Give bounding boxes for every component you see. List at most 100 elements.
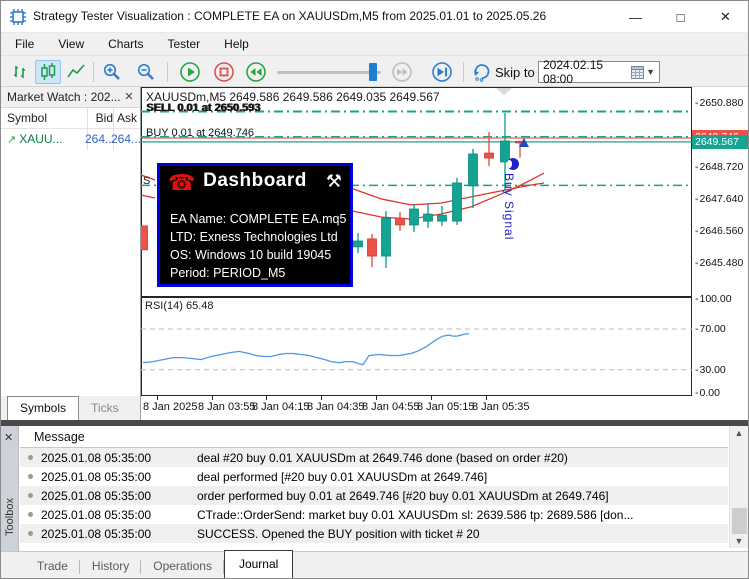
time-tick-label: 8 Jan 05:15: [417, 401, 475, 413]
time-tick-label: 8 Jan 04:15: [252, 401, 310, 413]
journal-row[interactable]: 2025.01.08 05:35:00 deal #20 buy 0.01 XAU…: [20, 448, 728, 467]
skip-to-date-input[interactable]: 2024.02.15 08:00 ▼: [538, 58, 660, 86]
rsi-plot[interactable]: [141, 297, 692, 396]
journal-row-time: 2025.01.08 05:35:00: [41, 488, 152, 503]
toolbox-tab-trade[interactable]: Trade: [25, 554, 80, 578]
buy-position-label: BUY 0.01 at 2649.746: [146, 127, 255, 139]
symbol-cell: XAUU...: [19, 132, 63, 146]
journal-row[interactable]: 2025.01.08 05:35:00 deal performed [#20 b…: [20, 467, 728, 486]
buy-signal-icon: [507, 158, 519, 170]
time-tick-mark: [266, 396, 267, 400]
time-tick-mark: [212, 396, 213, 400]
journal-row-message: order performed buy 0.01 at 2649.746 [#2…: [197, 488, 609, 503]
market-watch-column-headers[interactable]: Symbol Bid Ask: [1, 108, 140, 129]
rsi-tick-label: 70.00: [695, 323, 726, 335]
menu-item-help[interactable]: Help: [218, 34, 261, 55]
time-tick-mark: [431, 396, 432, 400]
toolbox-close-icon[interactable]: ✕: [4, 431, 13, 444]
main-area: Market Watch : 202... ✕ Symbol Bid Ask ↗…: [1, 87, 748, 420]
close-button[interactable]: ✕: [703, 1, 748, 33]
journal-row[interactable]: 2025.01.08 05:35:00 CTrade::OrderSend: ma…: [20, 505, 728, 524]
clipped-order-label: S: [143, 175, 151, 187]
journal-row-message: SUCCESS. Opened the BUY position with ti…: [197, 526, 480, 541]
bid-price-badge: 2649.567: [692, 134, 748, 149]
time-axis: 8 Jan 2025 8 Jan 03:55 8 Jan 04:15 8 Jan 04…: [141, 396, 701, 420]
journal-column-header[interactable]: Message: [20, 426, 728, 448]
log-bullet-icon: [28, 531, 33, 536]
calendar-icon[interactable]: [631, 65, 645, 79]
menu-bar: File View Charts Tester Help: [1, 33, 748, 56]
buy-entry-arrow-icon: [519, 137, 529, 147]
toolbox-tab-operations[interactable]: Operations: [141, 554, 224, 578]
market-watch-row-xauusd[interactable]: ↗ XAUU... 264... 264...: [1, 129, 142, 150]
dashboard-line-2: OS: Windows 10 build 19045: [170, 248, 332, 262]
market-watch-tabs: Symbols Ticks: [1, 396, 140, 420]
journal-panel: ✕ Toolbox Message 2025.01.08 05:35:00 dea…: [1, 426, 748, 551]
scroll-down-icon[interactable]: ▼: [730, 536, 748, 546]
speed-slider-handle[interactable]: [369, 63, 377, 81]
journal-row-time: 2025.01.08 05:35:00: [41, 507, 152, 522]
skip-to-date-value: 2024.02.15 08:00: [543, 58, 604, 86]
speed-slider-track[interactable]: [277, 71, 381, 74]
log-bullet-icon: [28, 512, 33, 517]
time-tick-label: 8 Jan 03:55: [198, 401, 256, 413]
chart-region: XAUUSDm,M5 2649.586 2649.586 2649.035 26…: [141, 87, 748, 420]
toolbox-tab-journal[interactable]: Journal: [223, 549, 294, 578]
fast-forward-button: [389, 60, 415, 84]
journal-row-time: 2025.01.08 05:35:00: [41, 450, 152, 465]
menu-item-tester[interactable]: Tester: [161, 34, 212, 55]
journal-scrollbar[interactable]: ▲ ▼: [729, 426, 748, 548]
uptick-arrow-icon: ↗: [7, 134, 17, 146]
dashboard-line-1: LTD: Exness Technologies Ltd: [170, 230, 338, 244]
maximize-button[interactable]: □: [658, 1, 703, 33]
journal-row-time: 2025.01.08 05:35:00: [41, 526, 152, 541]
journal-row-time: 2025.01.08 05:35:00: [41, 469, 152, 484]
menu-item-view[interactable]: View: [52, 34, 96, 55]
time-tick-label: 8 Jan 05:35: [472, 401, 530, 413]
log-bullet-icon: [28, 493, 33, 498]
journal-row-message: deal #20 buy 0.01 XAUUSDm at 2649.746 do…: [197, 450, 568, 465]
toolbar: Skip to 2024.02.15 08:00 ▼: [1, 56, 748, 87]
time-tick-mark: [157, 396, 158, 400]
menu-item-file[interactable]: File: [9, 34, 46, 55]
skip-to-end-button[interactable]: [429, 60, 455, 84]
scroll-up-icon[interactable]: ▲: [730, 428, 748, 438]
time-tick-label: 8 Jan 04:35: [307, 401, 365, 413]
bar-chart-button[interactable]: [7, 60, 33, 84]
dashboard-line-3: Period: PERIOD_M5: [170, 266, 286, 280]
toolbox-label: Toolbox: [4, 498, 16, 536]
market-watch-tab-symbols[interactable]: Symbols: [7, 396, 80, 420]
skip-to-icon: [469, 60, 495, 84]
app-icon: [10, 9, 26, 25]
price-tick-label: 2646.560: [695, 225, 744, 237]
play-button[interactable]: [177, 60, 203, 84]
market-watch-title: Market Watch : 202...: [1, 87, 140, 108]
window-title: Strategy Tester Visualization : COMPLETE…: [33, 9, 547, 23]
candlestick-chart-button[interactable]: [35, 60, 61, 84]
log-bullet-icon: [28, 474, 33, 479]
line-chart-button[interactable]: [63, 60, 89, 84]
time-tick-mark: [321, 396, 322, 400]
buy-signal-text: Buy Signal: [502, 173, 516, 241]
price-tick-label: 2645.480: [695, 257, 744, 269]
stop-button[interactable]: [211, 60, 237, 84]
toolbox-tab-bar: Trade History Operations Journal: [1, 549, 748, 578]
journal-row[interactable]: 2025.01.08 05:35:00 order performed buy 0…: [20, 486, 728, 505]
price-tick-label: 2648.720: [695, 161, 744, 173]
ask-cell: 264...: [111, 132, 142, 146]
rsi-indicator-label: RSI(14) 65.48: [145, 300, 214, 312]
minimize-button[interactable]: —: [613, 1, 658, 33]
scrollbar-thumb[interactable]: [732, 508, 747, 534]
zoom-in-button[interactable]: [99, 60, 125, 84]
rewind-button[interactable]: [243, 60, 269, 84]
market-watch-tab-ticks[interactable]: Ticks: [79, 397, 131, 420]
journal-row[interactable]: 2025.01.08 05:35:00 SUCCESS. Opened the B…: [20, 524, 728, 543]
chart-shift-marker[interactable]: [496, 88, 512, 95]
menu-item-charts[interactable]: Charts: [102, 34, 155, 55]
market-watch-close-icon[interactable]: ✕: [122, 87, 136, 108]
time-tick-label: 8 Jan 2025: [143, 401, 198, 413]
time-tick-label: 8 Jan 04:55: [362, 401, 420, 413]
toolbox-tab-history[interactable]: History: [80, 554, 142, 578]
zoom-out-button[interactable]: [133, 60, 159, 84]
date-dropdown-caret[interactable]: ▼: [646, 67, 655, 77]
